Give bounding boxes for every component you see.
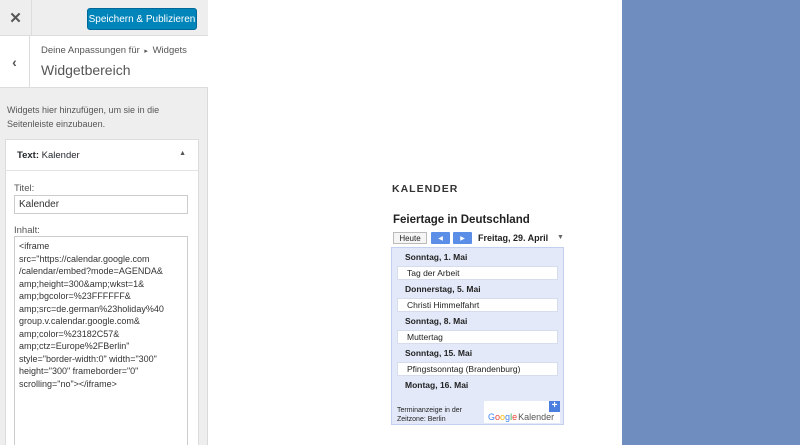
page-sidebar-band [622,0,800,445]
timezone-line: Terminanzeige in der [397,407,462,414]
widget-heading: KALENDER [392,183,459,195]
add-plus-icon[interactable]: + [549,401,560,412]
day-heading: Sonntag, 8. Mai [405,316,468,326]
day-heading: Sonntag, 15. Mai [405,348,473,358]
event-item[interactable]: Tag der Arbeit [397,266,558,280]
day-heading: Montag, 16. Mai [405,380,469,390]
widget-name: Kalender [41,150,80,161]
text-widget: Text: Kalender ▲ Titel: Inhalt: [5,139,199,445]
prev-arrow-icon[interactable]: ◀ [431,232,450,244]
site-preview: KALENDER Feiertage in Deutschland Heute … [209,0,622,445]
collapse-arrow-icon[interactable]: ▲ [179,150,186,157]
timezone-note: Terminanzeige in der Zeitzone: Berlin [397,407,462,424]
google-calendar-logo[interactable]: GoogleKalender [488,412,554,422]
customizer-topbar: ✕ Speichern & Publizieren [0,0,208,36]
breadcrumb-prefix: Deine Anpassungen für [41,45,140,56]
event-item[interactable]: Pfingstsonntag (Brandenburg) [397,362,558,376]
calendar-title: Feiertage in Deutschland [393,214,530,226]
day-heading: Donnerstag, 5. Mai [405,284,481,294]
panel-title: Widgetbereich [41,62,131,78]
back-chevron-icon[interactable]: ‹ [0,36,30,88]
panel-description: Widgets hier hinzufügen, um sie in die S… [7,105,160,129]
save-publish-button[interactable]: Speichern & Publizieren [87,8,197,30]
breadcrumb: Deine Anpassungen für ▸ Widgets [41,45,187,56]
content-textarea[interactable] [14,236,188,445]
day-heading: Sonntag, 1. Mai [405,252,468,262]
date-dropdown-icon[interactable]: ▼ [557,234,564,241]
event-item[interactable]: Christi Himmelfahrt [397,298,558,312]
content-label: Inhalt: [14,225,40,236]
google-calendar-badge[interactable]: + GoogleKalender [484,401,560,423]
breadcrumb-arrow-icon: ▸ [144,48,148,55]
timezone-line: Zeitzone: Berlin [397,415,446,423]
next-arrow-icon[interactable]: ▶ [453,232,472,244]
widget-type-label: Text: [17,150,39,161]
google-calendar-embed: Feiertage in Deutschland Heute ◀ ▶ Freit… [391,212,566,425]
panel-header: ‹ Deine Anpassungen für ▸ Widgets Widget… [0,36,208,88]
title-label: Titel: [14,183,35,194]
title-input[interactable] [14,195,188,214]
breadcrumb-section: Widgets [152,45,187,56]
agenda-list: Sonntag, 1. Mai Tag der Arbeit Donnersta… [391,247,564,425]
current-date: Freitag, 29. April [478,233,549,243]
today-button[interactable]: Heute [393,232,427,244]
event-item[interactable]: Muttertag [397,330,558,344]
close-icon[interactable]: ✕ [0,0,32,36]
widget-header[interactable]: Text: Kalender ▲ [6,140,198,171]
widget-title: Text: Kalender [17,150,80,161]
customizer-sidebar: ✕ Speichern & Publizieren ‹ Deine Anpass… [0,0,208,445]
